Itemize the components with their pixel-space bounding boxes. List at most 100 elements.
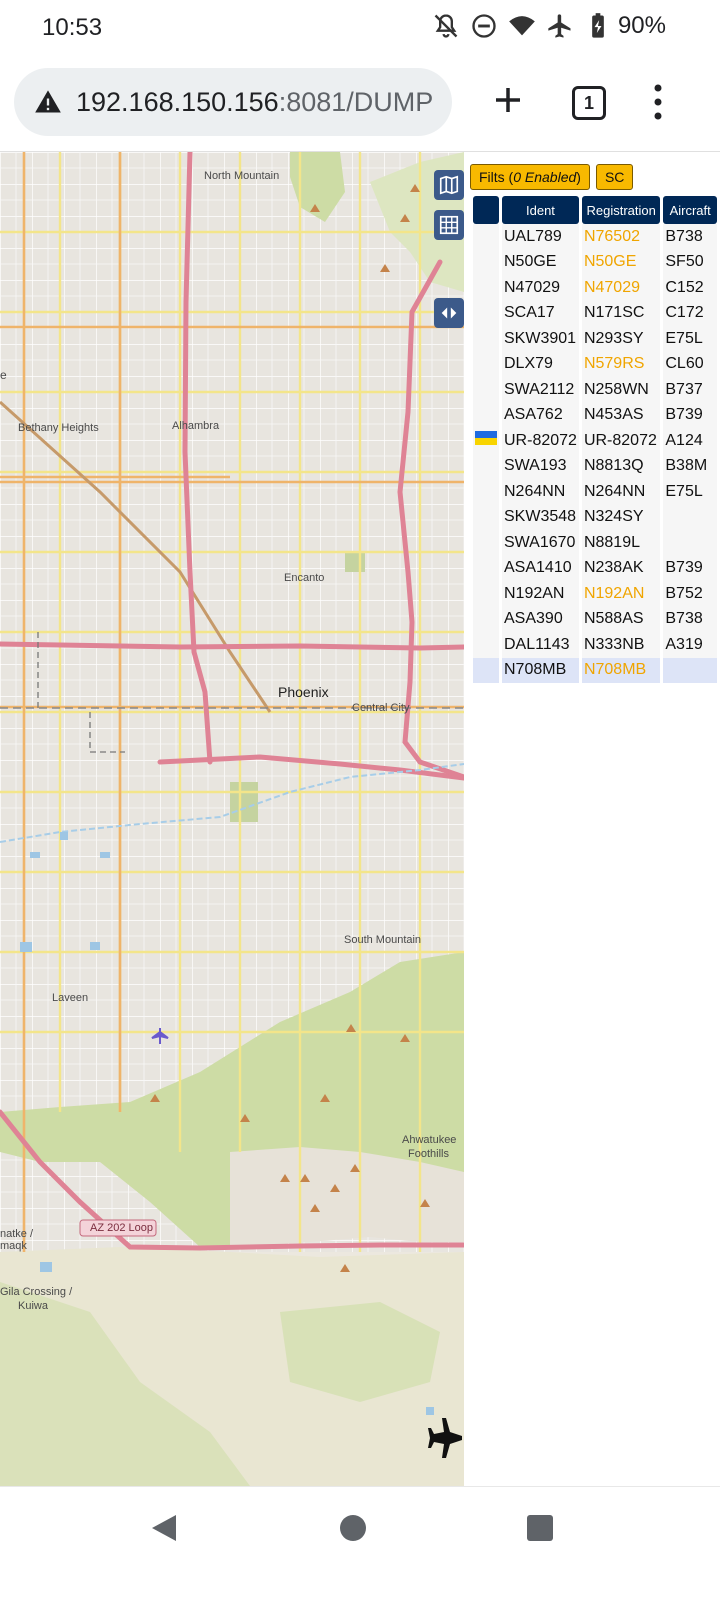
recents-icon[interactable] bbox=[527, 1515, 553, 1541]
aircraft-type-cell: E75L bbox=[663, 326, 717, 352]
filters-button[interactable]: Filts (0 Enabled) bbox=[470, 164, 590, 190]
flag-cell bbox=[473, 581, 499, 607]
table-row[interactable]: ASA1410 N238AK B739 bbox=[473, 555, 717, 581]
column-header-aircraft[interactable]: Aircraft bbox=[663, 196, 717, 224]
ident-cell: SKW3901 bbox=[502, 326, 579, 352]
table-row[interactable]: SCA17 N171SC C172 bbox=[473, 300, 717, 326]
panel-resize-toggle[interactable] bbox=[434, 298, 464, 328]
ident-cell: SWA193 bbox=[502, 453, 579, 479]
column-header-flag[interactable] bbox=[473, 196, 499, 224]
registration-cell: N47029 bbox=[581, 275, 661, 301]
flag-cell bbox=[473, 224, 499, 250]
table-row[interactable]: N47029 N47029 C152 bbox=[473, 275, 717, 301]
mute-icon bbox=[434, 14, 458, 38]
registration-cell: N8819L bbox=[581, 530, 661, 556]
flag-cell bbox=[473, 402, 499, 428]
table-row[interactable]: DAL1143 N333NB A319 bbox=[473, 632, 717, 658]
tab-switcher-button[interactable]: 1 bbox=[572, 86, 606, 120]
registration-cell: N333NB bbox=[581, 632, 661, 658]
more-menu-icon[interactable] bbox=[650, 82, 666, 122]
registration-cell: N192AN bbox=[581, 581, 661, 607]
aircraft-table-body: UAL789 N76502 B738 N50GE N50GE SF50 N47029 N470… bbox=[473, 224, 717, 683]
map-label-north-mountain: North Mountain bbox=[204, 170, 280, 182]
aircraft-marker-icon[interactable] bbox=[428, 1414, 464, 1458]
ident-cell: N708MB bbox=[502, 657, 579, 683]
table-row[interactable]: ASA762 N453AS B739 bbox=[473, 402, 717, 428]
registration-cell: N238AK bbox=[581, 555, 661, 581]
ident-cell: SWA2112 bbox=[502, 377, 579, 403]
map-label-encanto: Encanto bbox=[284, 572, 325, 584]
table-row[interactable]: N264NN N264NN E75L bbox=[473, 479, 717, 505]
table-header-row: Ident Registration Aircraft bbox=[473, 196, 717, 224]
registration-cell: N264NN bbox=[581, 479, 661, 505]
table-row[interactable]: UR-82072 UR-82072 A124 bbox=[473, 428, 717, 454]
column-header-registration[interactable]: Registration bbox=[581, 196, 661, 224]
table-row[interactable]: N708MB N708MB bbox=[473, 657, 717, 683]
flag-cell bbox=[473, 453, 499, 479]
home-icon[interactable] bbox=[340, 1515, 366, 1541]
map-label-alhambra: Alhambra bbox=[172, 420, 220, 432]
flag-cell bbox=[473, 326, 499, 352]
status-icons: 90% bbox=[432, 12, 666, 40]
table-row[interactable]: N50GE N50GE SF50 bbox=[473, 249, 717, 275]
url-text[interactable]: 192.168.150.156:8081/DUMP bbox=[76, 87, 433, 118]
map-label-foothills: Foothills bbox=[408, 1148, 449, 1160]
table-row[interactable]: SKW3901 N293SY E75L bbox=[473, 326, 717, 352]
aircraft-type-cell: B739 bbox=[663, 555, 717, 581]
aircraft-type-cell: SF50 bbox=[663, 249, 717, 275]
ident-cell: SKW3548 bbox=[502, 504, 579, 530]
map-layers-button[interactable] bbox=[434, 170, 464, 200]
registration-cell: N50GE bbox=[581, 249, 661, 275]
map-label-ahwatukee: Ahwatukee bbox=[402, 1134, 457, 1146]
aircraft-type-cell bbox=[663, 530, 717, 556]
table-row[interactable]: SWA1670 N8819L bbox=[473, 530, 717, 556]
ident-cell: DLX79 bbox=[502, 351, 579, 377]
battery-icon bbox=[592, 13, 604, 38]
table-row[interactable]: ASA390 N588AS B738 bbox=[473, 606, 717, 632]
flag-cell bbox=[473, 632, 499, 658]
map-view[interactable]: North Mountain Bethany Heights Alhambra … bbox=[0, 152, 464, 1486]
wifi-icon bbox=[509, 16, 535, 36]
expand-arrows-icon bbox=[441, 307, 457, 319]
new-tab-button[interactable] bbox=[488, 78, 528, 122]
registration-cell: N588AS bbox=[581, 606, 661, 632]
aircraft-type-cell: B38M bbox=[663, 453, 717, 479]
map-label-laveen: Laveen bbox=[52, 992, 89, 1004]
grid-icon bbox=[439, 215, 459, 235]
filters-suffix: ) bbox=[576, 169, 581, 185]
column-header-ident[interactable]: Ident bbox=[502, 196, 579, 224]
flag-cell bbox=[473, 300, 499, 326]
map-label-phoenix: Phoenix bbox=[278, 684, 329, 700]
table-row[interactable]: DLX79 N579RS CL60 bbox=[473, 351, 717, 377]
warning-icon[interactable] bbox=[34, 88, 62, 116]
registration-cell: N293SY bbox=[581, 326, 661, 352]
aircraft-type-cell: A319 bbox=[663, 632, 717, 658]
table-row[interactable]: SWA193 N8813Q B38M bbox=[473, 453, 717, 479]
flag-cell bbox=[473, 249, 499, 275]
registration-cell: UR-82072 bbox=[581, 428, 661, 454]
aircraft-type-cell: C172 bbox=[663, 300, 717, 326]
map-label-maqk: maqk bbox=[0, 1240, 27, 1252]
flag-cell bbox=[473, 606, 499, 632]
ident-cell: UAL789 bbox=[502, 224, 579, 250]
sc-button[interactable]: SC bbox=[595, 164, 634, 190]
aircraft-panel: Filts (0 Enabled) SC Ident Registration … bbox=[464, 152, 720, 1486]
dnd-icon bbox=[472, 14, 496, 38]
status-bar: 10:53 90% bbox=[0, 0, 720, 56]
table-row[interactable]: UAL789 N76502 B738 bbox=[473, 224, 717, 250]
filter-row: Filts (0 Enabled) SC bbox=[470, 164, 634, 190]
flag-cell bbox=[473, 530, 499, 556]
aircraft-type-cell: B752 bbox=[663, 581, 717, 607]
grid-toggle-button[interactable] bbox=[434, 210, 464, 240]
flag-cell bbox=[473, 555, 499, 581]
android-nav-bar bbox=[0, 1486, 720, 1600]
address-bar[interactable]: 192.168.150.156:8081/DUMP bbox=[14, 68, 452, 136]
table-row[interactable]: SKW3548 N324SY bbox=[473, 504, 717, 530]
table-row[interactable]: SWA2112 N258WN B737 bbox=[473, 377, 717, 403]
flag-cell bbox=[473, 275, 499, 301]
status-time: 10:53 bbox=[42, 14, 103, 41]
aircraft-type-cell: CL60 bbox=[663, 351, 717, 377]
map-label-natke: natke / bbox=[0, 1228, 34, 1240]
table-row[interactable]: N192AN N192AN B752 bbox=[473, 581, 717, 607]
back-icon[interactable] bbox=[150, 1513, 178, 1543]
